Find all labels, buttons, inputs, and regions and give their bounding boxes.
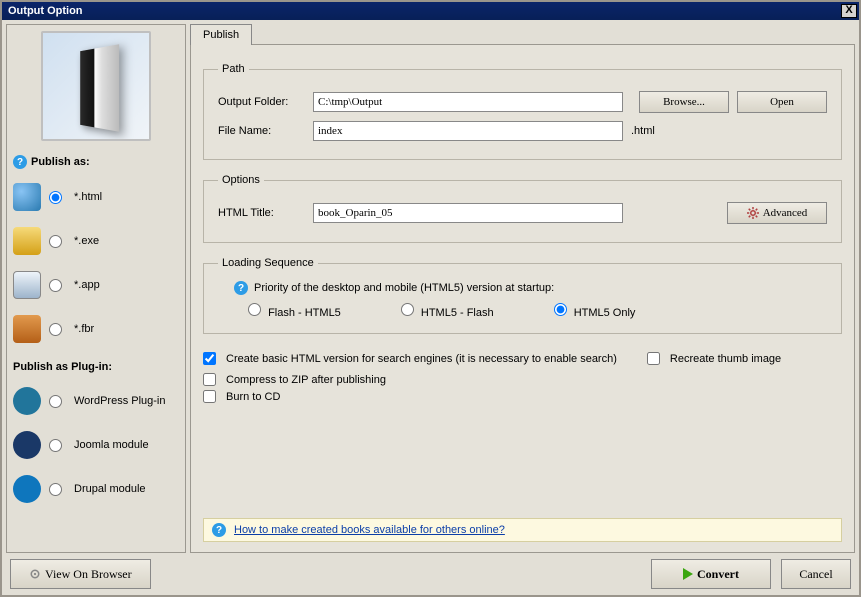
publish-as-exe[interactable]: *.exe <box>13 219 179 263</box>
publish-as-plugin-label: Publish as Plug-in: <box>13 361 112 373</box>
check-compress-zip[interactable]: Compress to ZIP after publishing <box>203 373 842 386</box>
tab-publish[interactable]: Publish <box>190 24 252 45</box>
check-burn-cd[interactable]: Burn to CD <box>203 390 842 403</box>
options-legend: Options <box>218 174 264 186</box>
open-button[interactable]: Open <box>737 91 827 113</box>
gear-icon <box>747 207 759 219</box>
fmt-drupal-icon <box>13 475 41 503</box>
plugin-label: Drupal module <box>74 483 146 495</box>
file-name-label: File Name: <box>218 125 313 137</box>
plugin-label: Joomla module <box>74 439 149 451</box>
loading-priority-text: Priority of the desktop and mobile (HTML… <box>254 282 554 294</box>
format-label: *.html <box>74 191 102 203</box>
format-label: *.app <box>74 279 100 291</box>
publish-options-panel: ? Publish as: *.html *.exe *.app *.fbr Publ… <box>6 24 186 553</box>
help-callout: ? How to make created books available fo… <box>203 518 842 542</box>
fmt-exe-icon <box>13 227 41 255</box>
loading-opt-html5-only[interactable]: HTML5 Only <box>554 303 636 319</box>
path-legend: Path <box>218 63 249 75</box>
format-label: *.fbr <box>74 323 94 335</box>
fmt-joomla-icon <box>13 431 41 459</box>
help-icon[interactable]: ? <box>13 155 27 169</box>
publish-as-label: Publish as: <box>31 156 90 168</box>
browse-button[interactable]: Browse... <box>639 91 729 113</box>
view-on-browser-button[interactable]: View On Browser <box>10 559 151 589</box>
check-recreate-thumb[interactable]: Recreate thumb image <box>647 352 781 365</box>
plugin-label: WordPress Plug-in <box>74 395 166 407</box>
convert-button[interactable]: Convert <box>651 559 771 589</box>
file-ext-label: .html <box>631 125 655 137</box>
fmt-app-icon <box>13 271 41 299</box>
fmt-wp-icon <box>13 387 41 415</box>
html-title-label: HTML Title: <box>218 207 313 219</box>
book-preview-thumbnail <box>41 31 151 141</box>
loading-opt-html5-flash[interactable]: HTML5 - Flash <box>401 303 494 319</box>
file-name-input[interactable] <box>313 121 623 141</box>
help-icon[interactable]: ? <box>234 281 248 295</box>
output-folder-input[interactable] <box>313 92 623 112</box>
publish-as-joomla[interactable]: Joomla module <box>13 423 179 467</box>
play-icon <box>683 568 693 580</box>
publish-as-wordpress[interactable]: WordPress Plug-in <box>13 379 179 423</box>
publish-as-drupal[interactable]: Drupal module <box>13 467 179 511</box>
cancel-button[interactable]: Cancel <box>781 559 851 589</box>
fmt-fbr-icon <box>13 315 41 343</box>
options-group: Options HTML Title: Advanced <box>203 174 842 243</box>
publish-as-app[interactable]: *.app <box>13 263 179 307</box>
publish-as-html[interactable]: *.html <box>13 175 179 219</box>
help-link[interactable]: How to make created books available for … <box>234 524 505 536</box>
help-icon[interactable]: ? <box>212 523 226 537</box>
output-folder-label: Output Folder: <box>218 96 313 108</box>
advanced-button[interactable]: Advanced <box>727 202 827 224</box>
loading-legend: Loading Sequence <box>218 257 318 269</box>
gear-icon <box>29 568 41 580</box>
format-label: *.exe <box>74 235 99 247</box>
window-title: Output Option <box>4 5 841 17</box>
close-icon[interactable]: X <box>841 4 857 18</box>
fmt-html-icon <box>13 183 41 211</box>
publish-tab-panel: Path Output Folder: Browse... Open File … <box>190 44 855 553</box>
html-title-input[interactable] <box>313 203 623 223</box>
publish-as-fbr[interactable]: *.fbr <box>13 307 179 351</box>
loading-sequence-group: Loading Sequence ? Priority of the deskt… <box>203 257 842 334</box>
check-create-basic-html[interactable]: Create basic HTML version for search eng… <box>203 352 617 365</box>
loading-opt-flash-html5[interactable]: Flash - HTML5 <box>248 303 341 319</box>
path-group: Path Output Folder: Browse... Open File … <box>203 63 842 160</box>
